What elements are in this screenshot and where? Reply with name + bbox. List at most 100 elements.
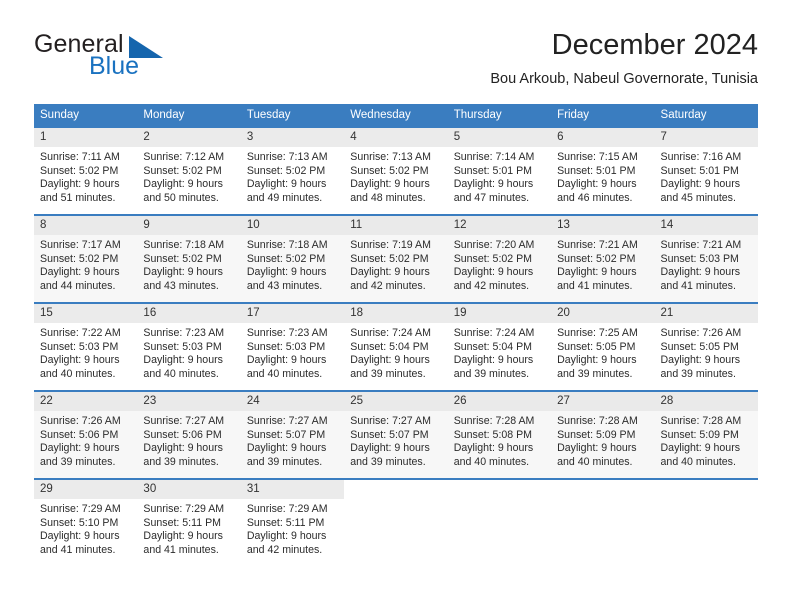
daylight-text-line2: and 44 minutes.: [40, 279, 116, 292]
daylight-text-line1: Daylight: 9 hours: [557, 442, 637, 455]
day-cell[interactable]: 19 Sunrise: 7:24 AM Sunset: 5:04 PM Dayl…: [447, 303, 552, 391]
day-cell[interactable]: 7 Sunrise: 7:16 AM Sunset: 5:01 PM Dayli…: [654, 127, 758, 215]
day-cell[interactable]: 1 Sunrise: 7:11 AM Sunset: 5:02 PM Dayli…: [34, 127, 138, 215]
daylight-text-line1: Daylight: 9 hours: [40, 354, 120, 367]
day-cell-empty: [447, 479, 552, 566]
day-number: 15: [34, 304, 138, 323]
calendar-header-row: Sunday Monday Tuesday Wednesday Thursday…: [34, 104, 758, 127]
daylight-text-line2: and 40 minutes.: [246, 367, 323, 380]
daylight-text-line1: Daylight: 9 hours: [557, 266, 637, 279]
day-cell[interactable]: 21 Sunrise: 7:26 AM Sunset: 5:05 PM Dayl…: [654, 303, 758, 391]
day-cell[interactable]: 18 Sunrise: 7:24 AM Sunset: 5:04 PM Dayl…: [344, 303, 448, 391]
day-number: 21: [654, 304, 758, 323]
daylight-text-line1: Daylight: 9 hours: [453, 266, 534, 279]
sunset-text: Sunset: 5:06 PM: [40, 428, 119, 441]
day-number: 28: [654, 392, 758, 411]
daylight-text-line1: Daylight: 9 hours: [453, 178, 534, 191]
day-cell[interactable]: 31 Sunrise: 7:29 AM Sunset: 5:11 PM Dayl…: [240, 479, 345, 566]
weekday-header-saturday: Saturday: [654, 104, 758, 127]
day-cell[interactable]: 13 Sunrise: 7:21 AM Sunset: 5:02 PM Dayl…: [551, 215, 655, 303]
day-cell[interactable]: 14 Sunrise: 7:21 AM Sunset: 5:03 PM Dayl…: [654, 215, 758, 303]
sunrise-text: Sunrise: 7:21 AM: [557, 239, 638, 251]
day-details: Sunrise: 7:21 AM Sunset: 5:02 PM Dayligh…: [551, 235, 654, 293]
sunset-text: Sunset: 5:09 PM: [660, 428, 739, 441]
sunrise-text: Sunrise: 7:26 AM: [40, 415, 121, 427]
daylight-text-line2: and 49 minutes.: [246, 191, 323, 204]
sunset-text: Sunset: 5:02 PM: [246, 164, 326, 177]
day-cell[interactable]: 25 Sunrise: 7:27 AM Sunset: 5:07 PM Dayl…: [344, 391, 448, 479]
day-cell[interactable]: 5 Sunrise: 7:14 AM Sunset: 5:01 PM Dayli…: [447, 127, 552, 215]
daylight-text-line2: and 42 minutes.: [453, 279, 530, 292]
brand-logo[interactable]: General Blue: [34, 30, 264, 88]
sunrise-text: Sunrise: 7:28 AM: [557, 415, 638, 427]
day-details: Sunrise: 7:28 AM Sunset: 5:09 PM Dayligh…: [655, 411, 758, 469]
daylight-text-line1: Daylight: 9 hours: [143, 266, 223, 279]
day-cell[interactable]: 4 Sunrise: 7:13 AM Sunset: 5:02 PM Dayli…: [344, 127, 448, 215]
day-cell[interactable]: 15 Sunrise: 7:22 AM Sunset: 5:03 PM Dayl…: [34, 303, 138, 391]
daylight-text-line2: and 43 minutes.: [143, 279, 219, 292]
daylight-text-line2: and 45 minutes.: [660, 191, 736, 204]
daylight-text-line1: Daylight: 9 hours: [246, 178, 327, 191]
daylight-text-line1: Daylight: 9 hours: [660, 354, 741, 367]
sunset-text: Sunset: 5:07 PM: [350, 428, 429, 441]
daylight-text-line1: Daylight: 9 hours: [40, 442, 120, 455]
daylight-text-line2: and 39 minutes.: [40, 455, 116, 468]
daylight-text-line1: Daylight: 9 hours: [246, 442, 327, 455]
day-cell[interactable]: 9 Sunrise: 7:18 AM Sunset: 5:02 PM Dayli…: [137, 215, 241, 303]
daylight-text-line2: and 39 minutes.: [143, 455, 219, 468]
day-cell[interactable]: 10 Sunrise: 7:18 AM Sunset: 5:02 PM Dayl…: [240, 215, 345, 303]
day-cell[interactable]: 11 Sunrise: 7:19 AM Sunset: 5:02 PM Dayl…: [344, 215, 448, 303]
sunrise-text: Sunrise: 7:14 AM: [453, 151, 535, 163]
sunrise-text: Sunrise: 7:29 AM: [40, 503, 121, 515]
day-cell[interactable]: 2 Sunrise: 7:12 AM Sunset: 5:02 PM Dayli…: [137, 127, 241, 215]
day-cell[interactable]: 17 Sunrise: 7:23 AM Sunset: 5:03 PM Dayl…: [240, 303, 345, 391]
day-cell[interactable]: 30 Sunrise: 7:29 AM Sunset: 5:11 PM Dayl…: [137, 479, 241, 566]
sunrise-text: Sunrise: 7:18 AM: [143, 239, 225, 251]
daylight-text-line2: and 41 minutes.: [143, 543, 219, 556]
day-number: 26: [447, 392, 552, 411]
sunset-text: Sunset: 5:05 PM: [660, 340, 739, 353]
day-cell[interactable]: 16 Sunrise: 7:23 AM Sunset: 5:03 PM Dayl…: [137, 303, 241, 391]
daylight-text-line2: and 41 minutes.: [660, 279, 736, 292]
sunset-text: Sunset: 5:06 PM: [143, 428, 222, 441]
day-cell[interactable]: 8 Sunrise: 7:17 AM Sunset: 5:02 PM Dayli…: [34, 215, 138, 303]
daylight-text-line1: Daylight: 9 hours: [350, 266, 430, 279]
sunrise-text: Sunrise: 7:28 AM: [453, 415, 535, 427]
day-cell-empty: [654, 479, 758, 566]
day-cell[interactable]: 22 Sunrise: 7:26 AM Sunset: 5:06 PM Dayl…: [34, 391, 138, 479]
day-number: 10: [240, 216, 345, 235]
day-number: 14: [654, 216, 758, 235]
daylight-text-line1: Daylight: 9 hours: [246, 266, 327, 279]
calendar-body: 1 Sunrise: 7:11 AM Sunset: 5:02 PM Dayli…: [34, 127, 758, 566]
daylight-text-line2: and 50 minutes.: [143, 191, 219, 204]
sunrise-text: Sunrise: 7:22 AM: [40, 327, 121, 339]
day-cell[interactable]: 20 Sunrise: 7:25 AM Sunset: 5:05 PM Dayl…: [551, 303, 655, 391]
day-number: 20: [551, 304, 655, 323]
sunrise-text: Sunrise: 7:23 AM: [246, 327, 328, 339]
sunrise-text: Sunrise: 7:15 AM: [557, 151, 638, 163]
day-number: [448, 480, 551, 499]
day-details: Sunrise: 7:19 AM Sunset: 5:02 PM Dayligh…: [344, 235, 447, 293]
day-cell[interactable]: 24 Sunrise: 7:27 AM Sunset: 5:07 PM Dayl…: [240, 391, 345, 479]
day-cell[interactable]: 28 Sunrise: 7:28 AM Sunset: 5:09 PM Dayl…: [654, 391, 758, 479]
daylight-text-line2: and 39 minutes.: [350, 455, 426, 468]
day-cell[interactable]: 23 Sunrise: 7:27 AM Sunset: 5:06 PM Dayl…: [137, 391, 241, 479]
sunset-text: Sunset: 5:01 PM: [453, 164, 533, 177]
day-number: 4: [344, 128, 448, 147]
day-cell[interactable]: 26 Sunrise: 7:28 AM Sunset: 5:08 PM Dayl…: [447, 391, 552, 479]
day-cell[interactable]: 6 Sunrise: 7:15 AM Sunset: 5:01 PM Dayli…: [551, 127, 655, 215]
calendar-week-row: 1 Sunrise: 7:11 AM Sunset: 5:02 PM Dayli…: [34, 127, 758, 215]
day-details: Sunrise: 7:26 AM Sunset: 5:06 PM Dayligh…: [34, 411, 137, 469]
daylight-text-line2: and 39 minutes.: [350, 367, 426, 380]
day-cell[interactable]: 29 Sunrise: 7:29 AM Sunset: 5:10 PM Dayl…: [34, 479, 138, 566]
day-details: Sunrise: 7:17 AM Sunset: 5:02 PM Dayligh…: [34, 235, 137, 293]
day-cell[interactable]: 3 Sunrise: 7:13 AM Sunset: 5:02 PM Dayli…: [240, 127, 345, 215]
day-cell[interactable]: 27 Sunrise: 7:28 AM Sunset: 5:09 PM Dayl…: [551, 391, 655, 479]
daylight-text-line1: Daylight: 9 hours: [143, 530, 223, 543]
day-cell[interactable]: 12 Sunrise: 7:20 AM Sunset: 5:02 PM Dayl…: [447, 215, 552, 303]
day-details: Sunrise: 7:20 AM Sunset: 5:02 PM Dayligh…: [448, 235, 551, 293]
sunset-text: Sunset: 5:08 PM: [453, 428, 533, 441]
daylight-text-line1: Daylight: 9 hours: [557, 178, 637, 191]
day-cell-empty: [344, 479, 448, 566]
sunset-text: Sunset: 5:11 PM: [143, 516, 221, 529]
